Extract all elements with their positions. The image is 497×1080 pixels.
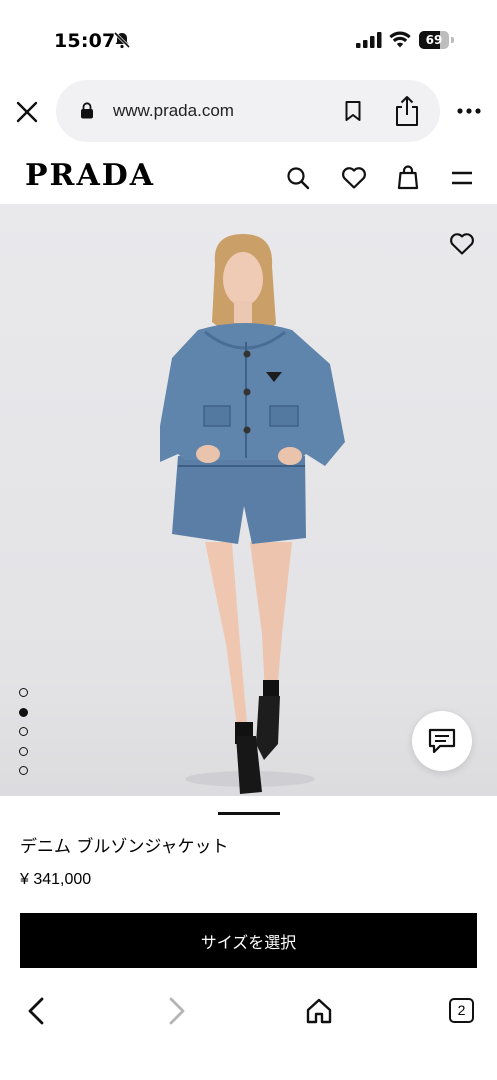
- more-icon[interactable]: [456, 107, 482, 115]
- share-icon[interactable]: [394, 95, 420, 127]
- product-image[interactable]: [0, 204, 497, 796]
- search-icon[interactable]: [286, 166, 310, 190]
- gallery-dot[interactable]: [19, 688, 28, 697]
- prada-logo[interactable]: PRADA: [25, 158, 155, 193]
- menu-icon[interactable]: [451, 170, 473, 186]
- home-icon[interactable]: [305, 997, 333, 1025]
- chat-icon: [428, 728, 456, 754]
- product-price: ¥ 341,000: [20, 871, 92, 888]
- model-photo: [160, 234, 345, 794]
- wifi-icon: [389, 31, 411, 48]
- bag-icon[interactable]: [397, 164, 419, 190]
- chat-button[interactable]: [412, 711, 472, 771]
- lock-icon: [81, 102, 93, 119]
- bookmark-icon[interactable]: [344, 100, 362, 122]
- battery-icon: 69: [419, 31, 455, 49]
- url-text[interactable]: www.prada.com: [113, 101, 234, 121]
- sheet-handle[interactable]: [218, 812, 280, 815]
- status-time: 15:07: [54, 30, 116, 52]
- bell-muted-icon: [113, 31, 131, 49]
- gallery-dot[interactable]: [19, 727, 28, 736]
- forward-arrow-icon[interactable]: [167, 996, 187, 1026]
- signal-icon: [356, 32, 382, 48]
- gallery-dot[interactable]: [19, 746, 28, 756]
- tabs-icon[interactable]: 2: [449, 998, 474, 1023]
- back-arrow-icon[interactable]: [26, 996, 46, 1026]
- gallery-dot[interactable]: [19, 707, 28, 717]
- favorite-heart-icon[interactable]: [449, 232, 475, 256]
- gallery-dot[interactable]: [19, 766, 28, 775]
- product-name: デニム ブルゾンジャケット: [20, 837, 229, 857]
- select-size-button[interactable]: サイズを選択: [20, 913, 477, 968]
- heart-icon[interactable]: [341, 166, 367, 190]
- gallery-dots: [18, 688, 30, 780]
- battery-level: 69: [425, 33, 443, 47]
- close-icon[interactable]: [14, 99, 40, 125]
